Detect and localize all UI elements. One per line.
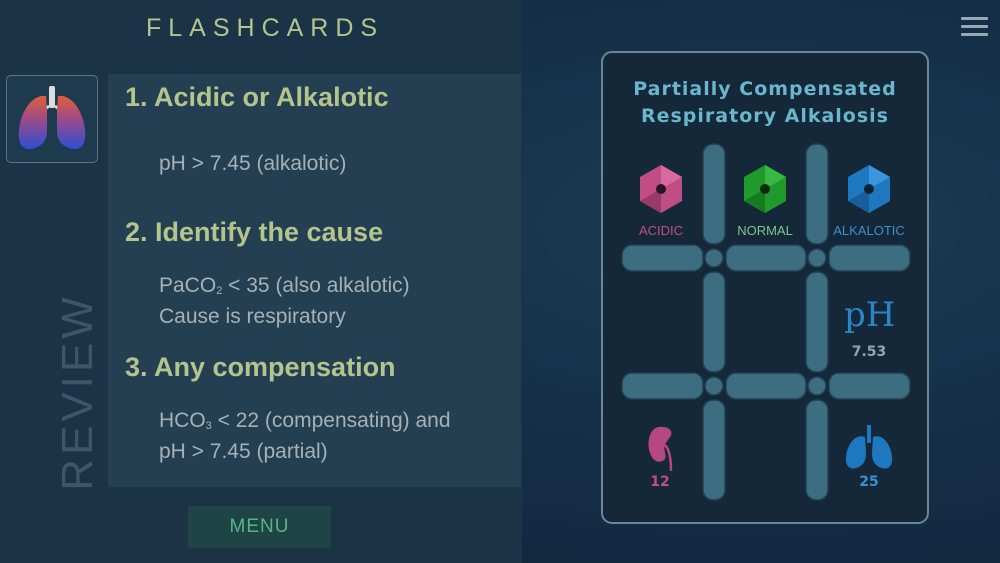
acidic-label: ACIDIC — [638, 223, 684, 238]
step-1-text: pH > 7.45 (alkalotic) — [159, 152, 347, 175]
lungs-small-icon — [845, 425, 893, 469]
steps-content: 1. Acidic or Alkalotic pH > 7.45 (alkalo… — [108, 74, 521, 487]
acidic-hexagon-icon — [640, 165, 682, 213]
step-1-heading: 1. Acidic or Alkalotic — [125, 82, 389, 112]
menu-button[interactable]: MENU — [188, 506, 331, 548]
flashcard-panel: FLASHCARDS REVIEW 1. Acidic or Alkalotic… — [0, 0, 522, 563]
ph-value: 7.53 — [851, 344, 887, 360]
ph-symbol: pH — [844, 295, 896, 335]
tic-tac-toe-grid — [621, 143, 911, 501]
normal-label: NORMAL — [737, 223, 793, 238]
step-2-heading: 2. Identify the cause — [125, 217, 384, 247]
result-card: Partially Compensated Respiratory Alkalo… — [601, 51, 929, 524]
alkalotic-label: ALKALOTIC — [833, 223, 905, 238]
step-2-text: PaCO2 < 35 (also alkalotic) Cause is res… — [159, 274, 410, 328]
hamburger-icon[interactable] — [961, 17, 988, 37]
paco2-value: 25 — [859, 474, 879, 490]
review-label: REVIEW — [53, 293, 102, 491]
kidney-icon — [648, 426, 673, 472]
hco3-value: 12 — [650, 474, 670, 490]
step-3-heading: 3. Any compensation — [125, 352, 396, 382]
app-title: FLASHCARDS — [146, 14, 385, 42]
alkalotic-hexagon-icon — [848, 165, 890, 213]
lungs-icon — [18, 86, 86, 150]
topic-thumbnail[interactable] — [6, 75, 98, 163]
step-3-text: HCO3 < 22 (compensating) and pH > 7.45 (… — [159, 409, 451, 463]
normal-hexagon-icon — [744, 165, 786, 213]
